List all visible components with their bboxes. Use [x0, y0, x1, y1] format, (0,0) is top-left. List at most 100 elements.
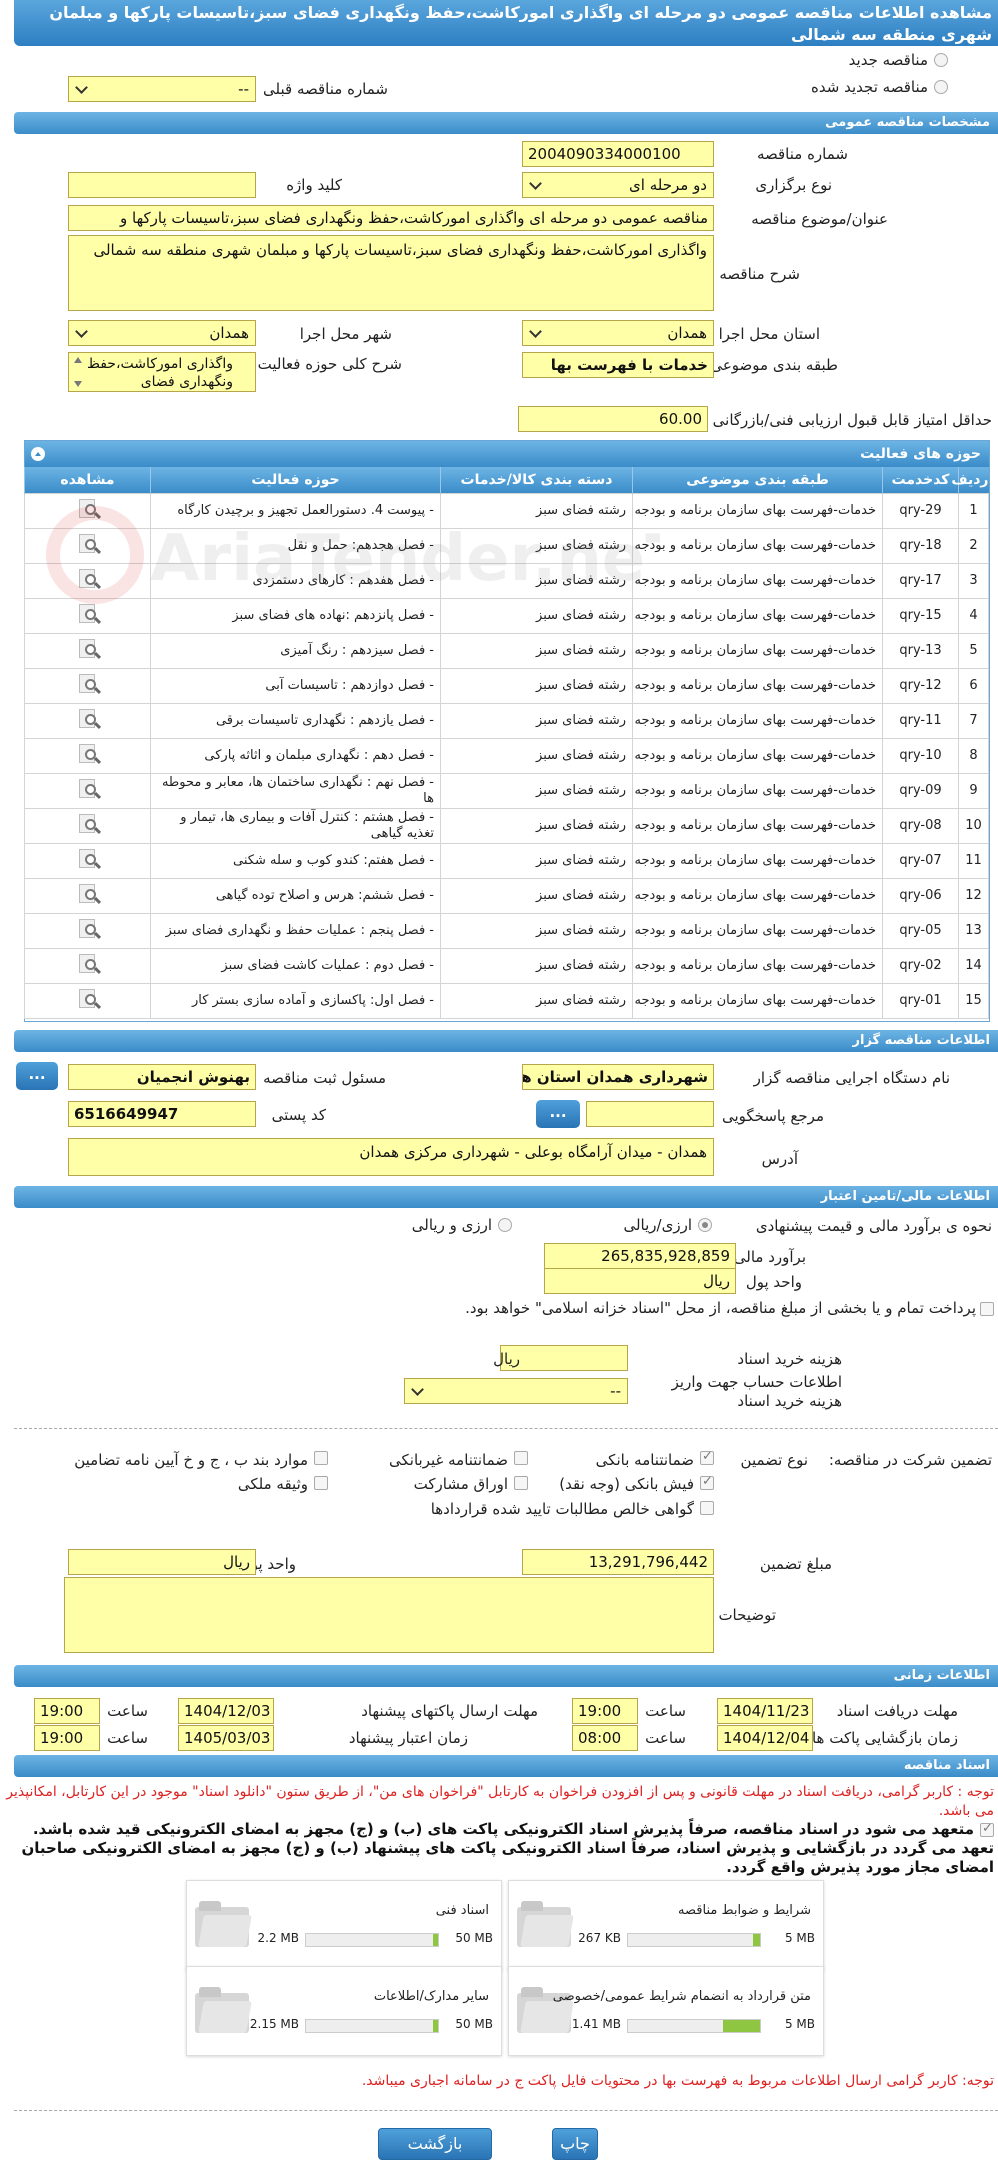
description-field[interactable]: واگذاری امورکاشت،حفظ ونگهداری فضای سبز،ت… — [68, 235, 714, 311]
file-card[interactable]: شرایط و ضوابط مناقصه 5 MB 267 KB — [508, 1880, 824, 1970]
chevron-down-icon — [75, 82, 89, 96]
account-select[interactable]: -- — [404, 1378, 628, 1404]
tender-number-field[interactable]: 2004090334000100 — [522, 141, 714, 167]
view-cell — [24, 527, 151, 564]
group-cell: رشته فضای سبز — [440, 772, 633, 809]
guarantee-currency-field[interactable]: ریال — [68, 1549, 256, 1575]
guarantee-amount-field[interactable]: 13,291,796,442 — [522, 1549, 714, 1575]
category-field[interactable]: خدمات با فهرست بها — [522, 352, 714, 378]
scroll-up-icon[interactable] — [74, 357, 82, 363]
view-cell — [24, 702, 151, 739]
view-details-icon[interactable] — [75, 953, 101, 975]
rial-radio[interactable] — [698, 1218, 712, 1232]
view-details-icon[interactable] — [75, 988, 101, 1010]
opening-date[interactable]: 1404/12/04 — [717, 1725, 813, 1751]
file-card[interactable]: اسناد فنی 50 MB 2.2 MB — [186, 1880, 502, 1970]
subject-field[interactable]: مناقصه عمومی دو مرحله ای واگذاری امورکاش… — [68, 205, 714, 231]
file-card[interactable]: متن قرارداد به انضمام شرایط عمومی/خصوصی … — [508, 1966, 824, 2056]
view-details-icon[interactable] — [75, 603, 101, 625]
receive-deadline-date[interactable]: 1404/11/23 — [717, 1698, 813, 1724]
send-deadline-date[interactable]: 1404/12/03 — [178, 1698, 274, 1724]
send-deadline-time[interactable]: 19:00 — [34, 1698, 100, 1724]
docs-notice: توجه : کاربر گرامی، دریافت اسناد در مهلت… — [6, 1784, 994, 1819]
row-number-cell: 4 — [958, 597, 989, 634]
view-details-icon[interactable] — [75, 498, 101, 520]
treasury-text: پرداخت تمام و یا بخشی از مبلغ مناقصه، از… — [465, 1299, 976, 1317]
bank-receipt-checkbox[interactable] — [700, 1474, 714, 1490]
activity-area-cell: - فصل دوازدهم : تاسیسات آبی — [150, 667, 441, 704]
validity-label: زمان اعتبار پیشنهاد — [348, 1729, 468, 1747]
opening-time[interactable]: 08:00 — [572, 1725, 638, 1751]
view-details-icon[interactable] — [75, 883, 101, 905]
view-details-icon[interactable] — [75, 533, 101, 555]
org-field[interactable]: شهرداری همدان استان هم — [522, 1064, 714, 1090]
view-details-icon[interactable] — [75, 673, 101, 695]
address-field[interactable]: همدان - میدان آرامگاه بوعلی - شهرداری مر… — [68, 1138, 714, 1176]
opening-time-label: ساعت — [645, 1729, 686, 1747]
article-items-label: موارد بند ب ، ج و خ آیین نامه تضامین — [74, 1451, 308, 1469]
postal-field[interactable]: 6516649947 — [68, 1101, 256, 1127]
view-details-icon[interactable] — [75, 848, 101, 870]
service-code-cell: qry-11 — [882, 702, 959, 739]
participation-label: تضمین شرکت در مناقصه: — [828, 1451, 992, 1469]
tender-type-select[interactable]: دو مرحله ای — [522, 172, 714, 198]
view-cell — [24, 597, 151, 634]
category-label: طبقه بندی موضوعی — [710, 356, 838, 374]
bonds-checkbox[interactable] — [514, 1476, 528, 1490]
currency-field[interactable]: ریال — [544, 1268, 736, 1294]
bank-guarantee-checkbox[interactable] — [700, 1449, 714, 1465]
validity-time[interactable]: 19:00 — [34, 1725, 100, 1751]
view-details-icon[interactable] — [75, 813, 101, 835]
renewed-tender-radio[interactable] — [934, 80, 948, 94]
finance-section-header: اطلاعات مالی/تامین اعتبار — [14, 1186, 998, 1208]
view-details-icon[interactable] — [75, 918, 101, 940]
validity-date[interactable]: 1405/03/03 — [178, 1725, 274, 1751]
view-details-icon[interactable] — [75, 568, 101, 590]
print-button[interactable]: چاپ — [552, 2128, 598, 2160]
service-code-cell: qry-13 — [882, 632, 959, 669]
both-currency-radio[interactable] — [498, 1218, 512, 1232]
activity-field[interactable]: واگذاری امورکاشت،حفظ ونگهداری فضای — [68, 352, 256, 392]
estimate-field[interactable]: 265,835,928,859 — [544, 1243, 736, 1269]
prev-number-select[interactable]: -- — [68, 76, 256, 102]
service-code-cell: qry-08 — [882, 807, 959, 844]
net-claims-checkbox[interactable] — [700, 1501, 714, 1515]
table-row: 5 qry-13 خدمات-فهرست بهای سازمان برنامه و … — [24, 632, 989, 669]
file-max-size: 5 MB — [784, 1931, 815, 1945]
folder-icon — [517, 1901, 574, 1949]
article-items-checkbox[interactable] — [314, 1451, 328, 1465]
ref-lookup-button[interactable]: ... — [536, 1100, 580, 1128]
view-details-icon[interactable] — [75, 743, 101, 765]
postal-label: کد پستی — [271, 1106, 326, 1124]
table-row: 11 qry-07 خدمات-فهرست بهای سازمان برنامه و… — [24, 842, 989, 879]
activity-area-cell: - فصل یازدهم : نگهداری تاسیسات برقی — [150, 702, 441, 739]
collapse-icon[interactable] — [31, 447, 45, 461]
officer-lookup-button[interactable]: ... — [16, 1062, 58, 1090]
non-bank-guarantee-checkbox[interactable] — [514, 1451, 528, 1465]
property-bail-checkbox[interactable] — [314, 1476, 328, 1490]
file-card[interactable]: سایر مدارک/اطلاعات 50 MB 2.15 MB — [186, 1966, 502, 2056]
receive-deadline-time[interactable]: 19:00 — [572, 1698, 638, 1724]
keyword-label: کلید واژه — [286, 176, 342, 194]
province-select[interactable]: همدان — [522, 320, 714, 346]
org-label: نام دستگاه اجرایی مناقصه گزار — [753, 1069, 950, 1087]
scroll-down-icon[interactable] — [74, 381, 82, 387]
notes-field[interactable] — [64, 1577, 714, 1653]
activity-value: واگذاری امورکاشت،حفظ ونگهداری فضای — [86, 356, 233, 390]
rial-label: ارزی/ریالی — [623, 1216, 692, 1234]
ref-field[interactable] — [586, 1101, 714, 1127]
province-value: همدان — [667, 324, 707, 342]
view-cell — [24, 492, 151, 529]
city-select[interactable]: همدان — [68, 320, 256, 346]
min-score-field[interactable]: 60.00 — [518, 406, 708, 432]
activity-area-cell: - فصل دوم : عملیات کاشت فضای سبز — [150, 947, 441, 984]
new-tender-radio[interactable] — [934, 53, 948, 67]
keyword-field[interactable] — [68, 172, 256, 198]
view-details-icon[interactable] — [75, 708, 101, 730]
new-tender-label: مناقصه جدید — [848, 51, 928, 69]
officer-field[interactable]: بهنوش انجمیان — [68, 1064, 256, 1090]
file-title: سایر مدارک/اطلاعات — [373, 1989, 489, 2004]
view-details-icon[interactable] — [75, 778, 101, 800]
view-details-icon[interactable] — [75, 638, 101, 660]
back-button[interactable]: بازگشت — [378, 2128, 492, 2160]
